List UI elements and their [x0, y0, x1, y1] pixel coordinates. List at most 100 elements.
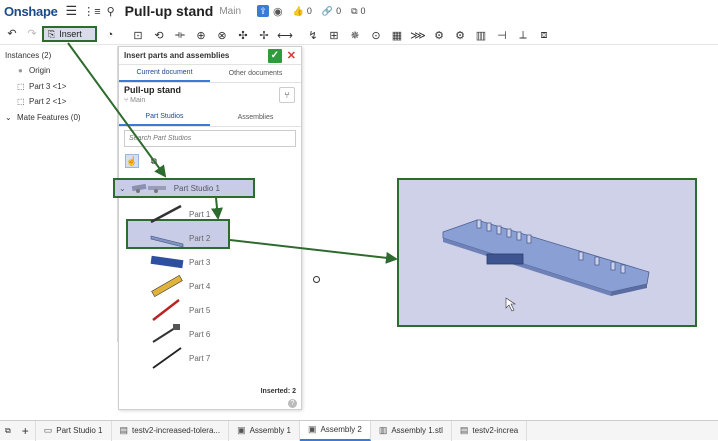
search-input[interactable]	[124, 130, 296, 147]
chevron-down-icon[interactable]: ⌄	[5, 113, 12, 122]
tab-testv2-doc[interactable]: ▤ testv2-increased-tolera...	[112, 420, 230, 441]
part-preview-zoom	[397, 178, 697, 327]
mate-connector-icon[interactable]: ✵	[345, 25, 365, 45]
part-thumbnail	[151, 274, 183, 298]
confirm-check-icon[interactable]: ✓	[267, 48, 282, 63]
parallel-mate-icon[interactable]: ⟷	[275, 25, 295, 45]
instance-item[interactable]: Part 3 <1>	[29, 82, 66, 91]
copy-icon: ⧉	[351, 5, 358, 16]
part-thumbnail	[152, 347, 182, 369]
explode-icon[interactable]: ⋙	[408, 25, 428, 45]
part-item[interactable]: Part 2	[149, 226, 279, 250]
branch-label[interactable]: Main	[219, 6, 241, 17]
instances-header[interactable]: Instances (2)	[5, 51, 51, 60]
parts-filter-icon[interactable]: ☝	[125, 154, 139, 168]
part-item[interactable]: Part 7	[149, 346, 279, 370]
rack-pinion-icon[interactable]: ⚙	[450, 25, 470, 45]
part-icon: ⬚	[17, 82, 25, 91]
workspace-icon[interactable]: ⇪	[257, 5, 270, 17]
part-item[interactable]: Part 3	[149, 250, 279, 274]
cylindrical-mate-icon[interactable]: ⊗	[212, 25, 232, 45]
assembly-icon: ▣	[307, 424, 317, 434]
ball-mate-icon[interactable]: ✢	[254, 25, 274, 45]
tangent-mate-icon[interactable]: ↯	[303, 25, 323, 45]
slider-mate-icon[interactable]: ⟛	[170, 25, 190, 45]
part-thumbnail	[150, 204, 182, 224]
planar-mate-icon[interactable]: ⊕	[191, 25, 211, 45]
likes-count[interactable]: 👍 0	[293, 6, 312, 17]
part-icon: ⬚	[17, 97, 25, 106]
document-title[interactable]: Pull-up stand	[125, 3, 214, 19]
gear-relation-icon[interactable]: ⚙	[429, 25, 449, 45]
part-studio-icon: ▭	[43, 425, 53, 435]
tab-manager-icon[interactable]: ⧉	[0, 421, 16, 441]
pin-slot-mate-icon[interactable]: ✣	[233, 25, 253, 45]
tab-assembly-1-stl[interactable]: ▥ Assembly 1.stl	[371, 420, 452, 441]
tab-assembly-1[interactable]: ▣ Assembly 1	[229, 420, 300, 441]
part-item[interactable]: Part 6	[149, 322, 279, 346]
tab-current-document[interactable]: Current document	[119, 65, 210, 82]
chevron-down-icon[interactable]: ⌄	[119, 184, 126, 193]
copies-count[interactable]: ⧉ 0	[351, 6, 365, 17]
redo-icon[interactable]: ↷	[22, 24, 42, 44]
replicate-icon[interactable]: ⊙	[366, 25, 386, 45]
bottom-tab-bar: ⧉ + ▭ Part Studio 1 ▤ testv2-increased-tol…	[0, 420, 718, 441]
link-icon: 🔗	[321, 5, 334, 16]
instance-item[interactable]: Part 2 <1>	[29, 97, 66, 106]
close-icon[interactable]: ✕	[287, 49, 296, 62]
onshape-logo[interactable]: Onshape	[4, 4, 58, 19]
instance-item[interactable]: Origin	[29, 66, 50, 75]
mate-features-header[interactable]: Mate Features (0)	[17, 113, 81, 122]
globe-icon[interactable]: ◉	[273, 5, 283, 18]
composite-filter-icon[interactable]: ⧉	[147, 154, 161, 168]
thumbs-up-icon: 👍	[292, 5, 304, 16]
top-bar: Onshape ☰ ⋮≡ ⚲ Pull-up stand Main ⇪ ◉ 👍 0…	[0, 0, 718, 22]
links-count[interactable]: 🔗 0	[322, 6, 341, 17]
content-type-tabs: Part Studios Assemblies	[119, 109, 301, 127]
settings-sliders-icon[interactable]: ⚲	[107, 5, 115, 18]
tab-assemblies[interactable]: Assemblies	[210, 109, 301, 126]
document-icon: ▤	[119, 425, 129, 435]
linear-relation-icon[interactable]: ▥	[471, 25, 491, 45]
tab-testv2-doc-2[interactable]: ▤ testv2-increa	[452, 420, 528, 441]
part-thumbnail	[152, 299, 180, 321]
section-view-icon[interactable]: ⧈	[534, 25, 554, 45]
insert-dialog: Insert parts and assemblies ✓ ✕ Current …	[113, 46, 302, 410]
part-studio-row[interactable]: ⌄ Part Studio 1	[113, 178, 255, 198]
add-tab-icon[interactable]: +	[16, 420, 36, 441]
fastened-mate-icon[interactable]: ⊡	[128, 25, 148, 45]
undo-icon[interactable]: ↶	[2, 24, 22, 44]
part-item[interactable]: Part 5	[149, 298, 279, 322]
insert-button[interactable]: ⎘ Insert	[42, 26, 97, 42]
rotate-cursor-icon	[313, 276, 320, 283]
document-icon: ▤	[459, 425, 469, 435]
toolbar-icons: ◔ ⊡ ⟲ ⟛ ⊕ ⊗ ✣ ✢ ⟷ ↯ ⊞ ✵ ⊙ ▦ ⋙ ⚙ ⚙ ▥ ⊣ ⟂ …	[100, 25, 554, 45]
tab-part-studio-1[interactable]: ▭ Part Studio 1	[36, 420, 112, 441]
stl-icon: ▥	[378, 425, 388, 435]
part-item[interactable]: Part 1	[149, 202, 279, 226]
part-thumbnail	[152, 324, 180, 343]
measure-icon[interactable]: ⟂	[513, 25, 533, 45]
part-studio-label: Part Studio 1	[173, 183, 220, 193]
revolute-mate-icon[interactable]: ⟲	[149, 25, 169, 45]
feature-list-icon[interactable]: ⋮≡	[83, 5, 100, 18]
dialog-header: Insert parts and assemblies ✓ ✕	[119, 47, 301, 65]
part-item[interactable]: Part 4	[149, 274, 279, 298]
menu-icon[interactable]: ☰	[66, 3, 78, 19]
origin-dot-icon: ●	[18, 66, 23, 75]
history-icon[interactable]: ◔	[100, 25, 120, 45]
tab-part-studios[interactable]: Part Studios	[119, 109, 210, 126]
document-tabs: Current document Other documents	[119, 65, 301, 83]
tab-other-documents[interactable]: Other documents	[210, 65, 301, 82]
screw-relation-icon[interactable]: ⊣	[492, 25, 512, 45]
part-thumbnail	[150, 255, 184, 269]
part-2-preview	[442, 219, 650, 312]
group-icon[interactable]: ⊞	[324, 25, 344, 45]
tab-assembly-2[interactable]: ▣ Assembly 2	[299, 420, 371, 441]
help-icon[interactable]: ?	[288, 399, 297, 408]
pattern-icon[interactable]: ▦	[387, 25, 407, 45]
part-studio-thumbnail	[131, 183, 166, 193]
insert-icon: ⎘	[48, 28, 56, 39]
branch-select-icon[interactable]: ⑂	[279, 87, 295, 103]
assembly-icon: ▣	[237, 425, 246, 435]
